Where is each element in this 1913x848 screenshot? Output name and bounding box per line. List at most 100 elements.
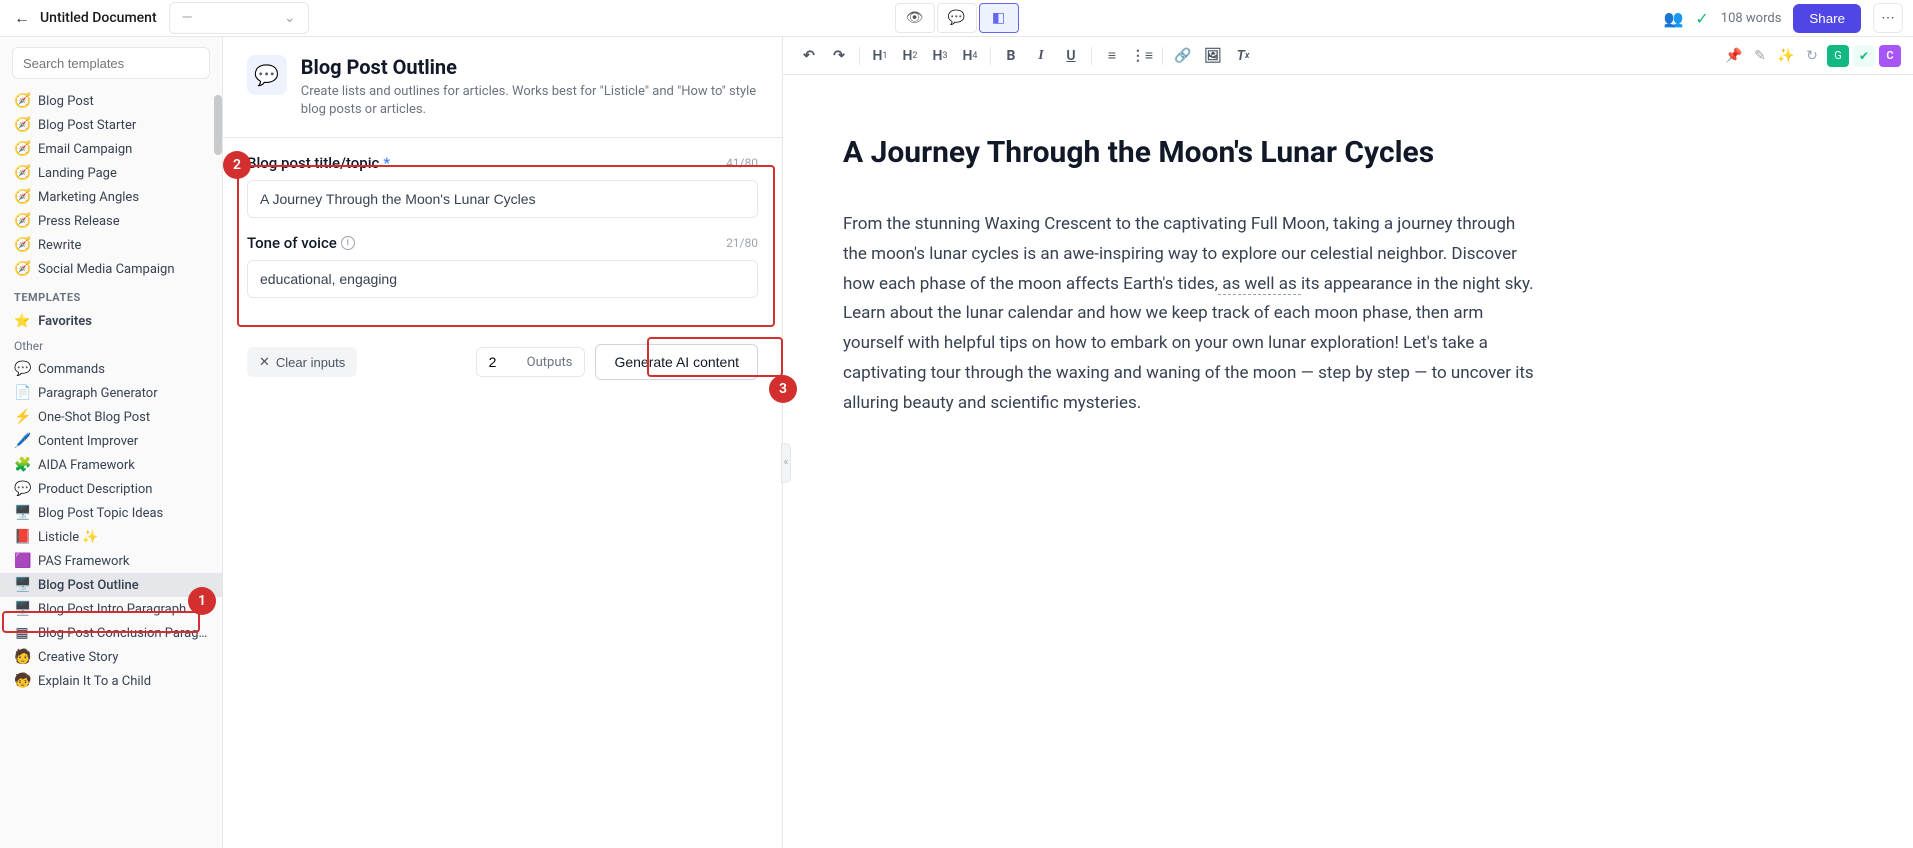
outputs-stepper[interactable]: Outputs [476, 347, 586, 377]
sidebar-item[interactable]: 🖊️ Content Improver [0, 429, 222, 453]
sidebar-item[interactable]: 🟪PAS Framework [0, 549, 222, 573]
sidebar-item[interactable]: 💬Commands [0, 357, 222, 381]
clear-format-icon[interactable]: Tx [1229, 42, 1257, 70]
sidebar-item-label: Marketing Angles [38, 190, 139, 205]
template-icon: 💬 [14, 361, 30, 377]
bold-button[interactable]: B [997, 42, 1025, 70]
sidebar-item[interactable]: 🧭Blog Post [0, 89, 222, 113]
sidebar: 🧭Blog Post 🧭Blog Post Starter 🧭Email Cam… [0, 37, 223, 848]
sidebar-item[interactable]: 🧭Press Release [0, 209, 222, 233]
sidebar-list[interactable]: 🧭Blog Post 🧭Blog Post Starter 🧭Email Cam… [0, 89, 222, 848]
user-avatar-icon[interactable]: C [1879, 45, 1901, 67]
clear-inputs-button[interactable]: ✕ Clear inputs [247, 347, 357, 377]
sidebar-item[interactable]: 🧭Email Campaign [0, 137, 222, 161]
top-bar: ← Untitled Document — ⌄ 👁 💬 ◧ 👥 ✓ 108 wo… [0, 0, 1913, 37]
document-title[interactable]: Untitled Document [40, 10, 157, 26]
sidebar-item[interactable]: 🧭Marketing Angles [0, 185, 222, 209]
sidebar-item[interactable]: ⚡One-Shot Blog Post [0, 405, 222, 429]
image-icon[interactable]: 🖼 [1199, 42, 1227, 70]
sidebar-item-label: Blog Post Topic Ideas [38, 506, 163, 521]
sidebar-item[interactable]: 🧩AIDA Framework [0, 453, 222, 477]
link-icon[interactable]: 🔗 [1169, 42, 1197, 70]
generate-button[interactable]: Generate AI content [595, 344, 758, 380]
redo-icon[interactable]: ↷ [825, 42, 853, 70]
form-chat-icon: 💬 [247, 55, 287, 95]
history-icon[interactable]: ↻ [1801, 45, 1823, 67]
sidebar-item[interactable]: 📄Paragraph Generator [0, 381, 222, 405]
italic-button[interactable]: I [1027, 42, 1055, 70]
share-button[interactable]: Share [1793, 4, 1861, 33]
compass-icon: 🧭 [14, 141, 30, 157]
compass-icon: 🧭 [14, 165, 30, 181]
template-icon: 🖥️ [14, 577, 30, 593]
sidebar-item[interactable]: 🧭Rewrite [0, 233, 222, 257]
template-icon: 🟪 [14, 553, 30, 569]
outputs-input[interactable] [489, 354, 519, 370]
template-icon: 🧑 [14, 649, 30, 665]
collapse-handle-icon[interactable]: « [781, 443, 791, 483]
collaborators-icon[interactable]: 👥 [1663, 9, 1683, 28]
field-title-label: Blog post title/topic [247, 154, 379, 172]
sidebar-item[interactable]: 🧭Landing Page [0, 161, 222, 185]
pin-icon[interactable]: 📌 [1723, 45, 1745, 67]
sidebar-item-label: Content Improver [38, 434, 138, 449]
grammarly-icon[interactable]: G [1827, 45, 1849, 67]
h4-button[interactable]: H4 [956, 42, 984, 70]
form-body: Blog post title/topic * 41/80 Tone of vo… [223, 138, 782, 330]
sidebar-item[interactable]: 📕Listicle ✨ [0, 525, 222, 549]
unordered-list-icon[interactable]: ⋮≡ [1128, 42, 1156, 70]
callout-badge-1: 1 [188, 587, 216, 615]
template-icon: 🖥️ [14, 601, 30, 617]
info-icon[interactable]: i [341, 236, 355, 250]
tone-input[interactable] [247, 260, 758, 298]
divider [1162, 47, 1163, 65]
sidebar-item[interactable]: 💬 Product Description [0, 477, 222, 501]
title-input[interactable] [247, 180, 758, 218]
template-icon: 🖥️ [14, 505, 30, 521]
field-tone: Tone of voice i 21/80 [247, 234, 758, 298]
favorites-item[interactable]: ⭐Favorites [0, 308, 222, 335]
sidebar-item-label: Explain It To a Child [38, 674, 151, 689]
doc-dropdown[interactable]: — ⌄ [169, 2, 309, 34]
editor-content[interactable]: A Journey Through the Moon's Lunar Cycle… [783, 75, 1913, 848]
star-icon: ⭐ [14, 314, 30, 329]
preview-icon[interactable]: 👁 [895, 3, 935, 33]
sidebar-item-label: Rewrite [38, 238, 81, 253]
comments-icon[interactable]: 💬 [937, 3, 977, 33]
template-icon: 💬 [14, 481, 30, 497]
document-paragraph[interactable]: From the stunning Waxing Crescent to the… [843, 210, 1543, 418]
sidebar-item[interactable]: 🖥️ Blog Post Topic Ideas [0, 501, 222, 525]
more-menu-icon[interactable]: ⋯ [1873, 3, 1903, 33]
underline-button[interactable]: U [1057, 42, 1085, 70]
required-asterisk-icon: * [383, 154, 390, 172]
sidebar-item[interactable]: 🧒Explain It To a Child [0, 669, 222, 693]
main-area: 🧭Blog Post 🧭Blog Post Starter 🧭Email Cam… [0, 37, 1913, 848]
h1-button[interactable]: H1 [866, 42, 894, 70]
h2-button[interactable]: H2 [896, 42, 924, 70]
sidebar-item-label: Blog Post Starter [38, 118, 136, 133]
template-icon: 🖊️ [14, 433, 30, 449]
template-icon: ▦ [14, 625, 30, 641]
close-icon: ✕ [259, 354, 270, 370]
edit-icon[interactable]: ✎ [1749, 45, 1771, 67]
shield-check-icon[interactable]: ✔ [1853, 45, 1875, 67]
callout-badge-2: 2 [223, 151, 251, 179]
field-tone-label: Tone of voice [247, 234, 337, 252]
sparkle-icon[interactable]: ✨ [1775, 45, 1797, 67]
sidebar-item[interactable]: 🧑Creative Story [0, 645, 222, 669]
split-view-icon[interactable]: ◧ [979, 3, 1019, 33]
sidebar-item[interactable]: 🧭Blog Post Starter [0, 113, 222, 137]
sidebar-item-label: Product Description [38, 482, 153, 497]
scrollbar-thumb[interactable] [214, 95, 222, 155]
back-arrow-icon[interactable]: ← [10, 8, 34, 28]
search-input[interactable] [12, 47, 210, 79]
h3-button[interactable]: H3 [926, 42, 954, 70]
dropdown-value: — [182, 10, 193, 26]
ordered-list-icon[interactable]: ≡ [1098, 42, 1126, 70]
sidebar-item[interactable]: ▦Blog Post Conclusion Parag… [0, 621, 222, 645]
sidebar-item[interactable]: 🧭Social Media Campaign [0, 257, 222, 281]
document-heading[interactable]: A Journey Through the Moon's Lunar Cycle… [843, 135, 1853, 170]
undo-icon[interactable]: ↶ [795, 42, 823, 70]
highlighted-phrase: as well as [1218, 274, 1301, 295]
compass-icon: 🧭 [14, 213, 30, 229]
